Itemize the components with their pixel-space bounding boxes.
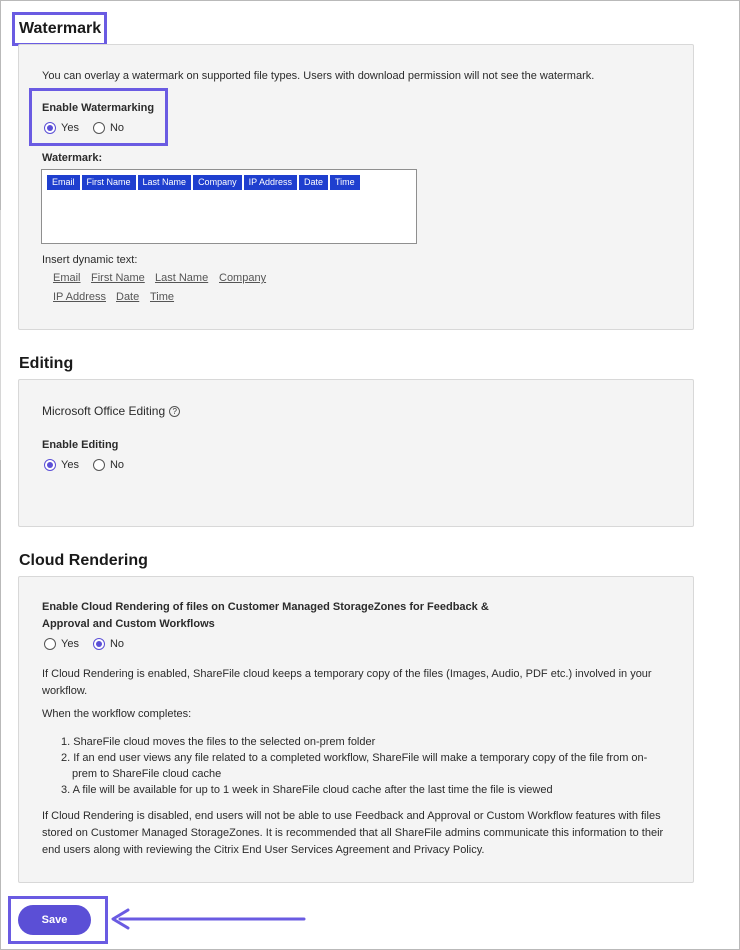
cloud-disabled-line1: If Cloud Rendering is disabled, end user… bbox=[42, 810, 661, 822]
cloud-yes-label[interactable]: Yes bbox=[61, 638, 79, 650]
watermark-tag-date[interactable]: Date bbox=[298, 175, 328, 190]
help-icon[interactable]: ? bbox=[169, 406, 181, 418]
editing-panel bbox=[18, 379, 694, 527]
watermark-tag-first-name[interactable]: First Name bbox=[81, 175, 136, 190]
insert-time-link[interactable]: Time bbox=[150, 291, 174, 303]
watermark-tag-last-name[interactable]: Last Name bbox=[137, 175, 192, 190]
watermarking-no-label[interactable]: No bbox=[110, 122, 124, 134]
cloud-disabled-line2: stored on Customer Managed StorageZones.… bbox=[42, 827, 664, 839]
watermark-description: You can overlay a watermark on supported… bbox=[42, 70, 595, 82]
cloud-no-label[interactable]: No bbox=[110, 638, 124, 650]
cloud-radio-group: Yes No bbox=[44, 638, 138, 650]
insert-email-link[interactable]: Email bbox=[53, 272, 81, 284]
cloud-steps-list: 1. ShareFile cloud moves the files to th… bbox=[61, 734, 647, 798]
insert-date-link[interactable]: Date bbox=[116, 291, 139, 303]
watermark-tag-time[interactable]: Time bbox=[329, 175, 360, 190]
insert-ip-address-link[interactable]: IP Address bbox=[53, 291, 106, 303]
pointer-arrow-icon bbox=[111, 908, 306, 930]
cloud-yes-radio[interactable] bbox=[44, 638, 56, 650]
watermark-tag-list: Email First Name Last Name Company IP Ad… bbox=[47, 175, 362, 190]
cloud-step-1: 1. ShareFile cloud moves the files to th… bbox=[61, 736, 376, 748]
cloud-enable-label-line1: Enable Cloud Rendering of files on Custo… bbox=[42, 601, 489, 613]
cloud-when-label: When the workflow completes: bbox=[42, 708, 192, 720]
cloud-step-2-line2: prem to ShareFile cloud cache bbox=[72, 768, 222, 780]
cloud-info-line2: workflow. bbox=[42, 685, 88, 697]
save-button[interactable]: Save bbox=[18, 905, 91, 935]
cloud-no-radio[interactable] bbox=[92, 638, 105, 650]
office-editing-text: Microsoft Office Editing bbox=[42, 404, 166, 418]
watermark-field-label: Watermark: bbox=[42, 152, 103, 164]
cloud-enable-label-line2: Approval and Custom Workflows bbox=[42, 618, 215, 630]
editing-yes-radio[interactable] bbox=[44, 459, 56, 471]
insert-first-name-link[interactable]: First Name bbox=[91, 272, 145, 284]
insert-company-link[interactable]: Company bbox=[219, 272, 266, 284]
enable-editing-label: Enable Editing bbox=[42, 439, 119, 451]
cloud-step-3: 3. A file will be available for up to 1 … bbox=[61, 784, 553, 796]
cloud-step-2-line1: 2. If an end user views any file related… bbox=[61, 752, 648, 764]
watermark-tag-ip-address[interactable]: IP Address bbox=[243, 175, 297, 190]
insert-last-name-link[interactable]: Last Name bbox=[155, 272, 208, 284]
watermark-text-editor[interactable]: Email First Name Last Name Company IP Ad… bbox=[41, 169, 417, 244]
cloud-disabled-line3: end users along with reviewing the Citri… bbox=[42, 844, 485, 856]
watermarking-yes-label[interactable]: Yes bbox=[61, 122, 79, 134]
editing-no-label[interactable]: No bbox=[110, 459, 124, 471]
watermark-section-title: Watermark bbox=[19, 20, 102, 37]
enable-watermarking-highlight bbox=[29, 88, 168, 146]
watermarking-yes-radio[interactable] bbox=[44, 122, 56, 134]
editing-no-radio[interactable] bbox=[92, 459, 105, 471]
cloud-rendering-section-title: Cloud Rendering bbox=[19, 552, 148, 569]
watermark-tag-email[interactable]: Email bbox=[47, 175, 80, 190]
left-edge-marker bbox=[0, 210, 3, 460]
watermark-tag-company[interactable]: Company bbox=[193, 175, 242, 190]
cloud-info-line1: If Cloud Rendering is enabled, ShareFile… bbox=[42, 668, 652, 680]
watermarking-no-radio[interactable] bbox=[92, 122, 105, 134]
insert-dynamic-text-label: Insert dynamic text: bbox=[42, 254, 138, 266]
editing-section-title: Editing bbox=[19, 355, 74, 372]
editing-yes-label[interactable]: Yes bbox=[61, 459, 79, 471]
editing-radio-group: Yes No bbox=[44, 459, 138, 471]
watermarking-radio-group: Yes No bbox=[44, 122, 138, 134]
office-editing-subtitle: Microsoft Office Editing? bbox=[42, 404, 181, 418]
enable-watermarking-label: Enable Watermarking bbox=[42, 102, 155, 114]
